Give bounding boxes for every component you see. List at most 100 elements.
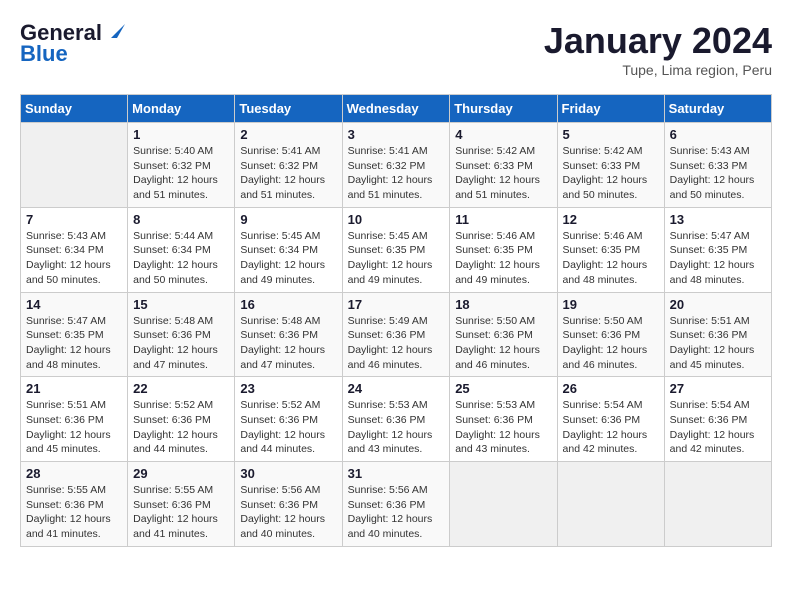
day-info: Sunrise: 5:45 AMSunset: 6:34 PMDaylight:… — [240, 229, 336, 288]
day-number: 3 — [348, 127, 445, 142]
day-info: Sunrise: 5:55 AMSunset: 6:36 PMDaylight:… — [26, 483, 122, 542]
week-row-5: 28 Sunrise: 5:55 AMSunset: 6:36 PMDayligh… — [21, 462, 772, 547]
day-info: Sunrise: 5:40 AMSunset: 6:32 PMDaylight:… — [133, 144, 229, 203]
day-info: Sunrise: 5:49 AMSunset: 6:36 PMDaylight:… — [348, 314, 445, 373]
day-info: Sunrise: 5:47 AMSunset: 6:35 PMDaylight:… — [670, 229, 766, 288]
day-info: Sunrise: 5:51 AMSunset: 6:36 PMDaylight:… — [670, 314, 766, 373]
day-info: Sunrise: 5:43 AMSunset: 6:33 PMDaylight:… — [670, 144, 766, 203]
day-info: Sunrise: 5:54 AMSunset: 6:36 PMDaylight:… — [563, 398, 659, 457]
logo-blue: Blue — [20, 41, 125, 66]
calendar-cell: 23 Sunrise: 5:52 AMSunset: 6:36 PMDayligh… — [235, 377, 342, 462]
col-tuesday: Tuesday — [235, 95, 342, 123]
week-row-2: 7 Sunrise: 5:43 AMSunset: 6:34 PMDaylight… — [21, 207, 772, 292]
calendar-cell: 1 Sunrise: 5:40 AMSunset: 6:32 PMDaylight… — [128, 123, 235, 208]
page-header: General Blue January 2024 Tupe, Lima reg… — [20, 20, 772, 78]
day-number: 13 — [670, 212, 766, 227]
day-number: 4 — [455, 127, 551, 142]
day-info: Sunrise: 5:45 AMSunset: 6:35 PMDaylight:… — [348, 229, 445, 288]
day-number: 28 — [26, 466, 122, 481]
calendar-cell: 15Sunrise: 5:48 AMSunset: 6:36 PMDayligh… — [128, 292, 235, 377]
day-number: 1 — [133, 127, 229, 142]
calendar-cell: 18 Sunrise: 5:50 AMSunset: 6:36 PMDayligh… — [450, 292, 557, 377]
day-number: 18 — [455, 297, 551, 312]
calendar-cell: 13 Sunrise: 5:47 AMSunset: 6:35 PMDayligh… — [664, 207, 771, 292]
day-info: Sunrise: 5:42 AMSunset: 6:33 PMDaylight:… — [455, 144, 551, 203]
day-info: Sunrise: 5:42 AMSunset: 6:33 PMDaylight:… — [563, 144, 659, 203]
day-number: 29 — [133, 466, 229, 481]
day-number: 6 — [670, 127, 766, 142]
day-info: Sunrise: 5:43 AMSunset: 6:34 PMDaylight:… — [26, 229, 122, 288]
day-info: Sunrise: 5:48 AMSunset: 6:36 PMDaylight:… — [240, 314, 336, 373]
day-info: Sunrise: 5:53 AMSunset: 6:36 PMDaylight:… — [455, 398, 551, 457]
calendar-cell: 28 Sunrise: 5:55 AMSunset: 6:36 PMDayligh… — [21, 462, 128, 547]
calendar-cell: 9 Sunrise: 5:45 AMSunset: 6:34 PMDaylight… — [235, 207, 342, 292]
day-number: 27 — [670, 381, 766, 396]
day-number: 7 — [26, 212, 122, 227]
calendar-cell: 27Sunrise: 5:54 AMSunset: 6:36 PMDayligh… — [664, 377, 771, 462]
col-saturday: Saturday — [664, 95, 771, 123]
day-number: 17 — [348, 297, 445, 312]
calendar-cell: 12 Sunrise: 5:46 AMSunset: 6:35 PMDayligh… — [557, 207, 664, 292]
col-friday: Friday — [557, 95, 664, 123]
col-monday: Monday — [128, 95, 235, 123]
day-info: Sunrise: 5:50 AMSunset: 6:36 PMDaylight:… — [455, 314, 551, 373]
day-number: 31 — [348, 466, 445, 481]
calendar-cell: 22Sunrise: 5:52 AMSunset: 6:36 PMDayligh… — [128, 377, 235, 462]
logo: General Blue — [20, 20, 125, 67]
week-row-1: 1 Sunrise: 5:40 AMSunset: 6:32 PMDaylight… — [21, 123, 772, 208]
day-number: 12 — [563, 212, 659, 227]
day-info: Sunrise: 5:41 AMSunset: 6:32 PMDaylight:… — [240, 144, 336, 203]
day-info: Sunrise: 5:46 AMSunset: 6:35 PMDaylight:… — [563, 229, 659, 288]
day-info: Sunrise: 5:47 AMSunset: 6:35 PMDaylight:… — [26, 314, 122, 373]
calendar-cell: 29 Sunrise: 5:55 AMSunset: 6:36 PMDayligh… — [128, 462, 235, 547]
calendar-header: Sunday Monday Tuesday Wednesday Thursday… — [21, 95, 772, 123]
calendar-title: January 2024 — [544, 20, 772, 62]
col-thursday: Thursday — [450, 95, 557, 123]
calendar-cell: 4 Sunrise: 5:42 AMSunset: 6:33 PMDaylight… — [450, 123, 557, 208]
calendar-cell: 21Sunrise: 5:51 AMSunset: 6:36 PMDayligh… — [21, 377, 128, 462]
header-row: Sunday Monday Tuesday Wednesday Thursday… — [21, 95, 772, 123]
calendar-table: Sunday Monday Tuesday Wednesday Thursday… — [20, 94, 772, 547]
calendar-cell: 6 Sunrise: 5:43 AMSunset: 6:33 PMDaylight… — [664, 123, 771, 208]
calendar-cell — [21, 123, 128, 208]
calendar-subtitle: Tupe, Lima region, Peru — [544, 62, 772, 78]
calendar-cell: 30 Sunrise: 5:56 AMSunset: 6:36 PMDayligh… — [235, 462, 342, 547]
logo-bird-icon — [103, 20, 125, 42]
calendar-cell: 8Sunrise: 5:44 AMSunset: 6:34 PMDaylight… — [128, 207, 235, 292]
week-row-3: 14 Sunrise: 5:47 AMSunset: 6:35 PMDayligh… — [21, 292, 772, 377]
day-number: 26 — [563, 381, 659, 396]
day-number: 30 — [240, 466, 336, 481]
day-info: Sunrise: 5:56 AMSunset: 6:36 PMDaylight:… — [348, 483, 445, 542]
day-number: 24 — [348, 381, 445, 396]
day-number: 2 — [240, 127, 336, 142]
day-number: 15 — [133, 297, 229, 312]
day-number: 8 — [133, 212, 229, 227]
day-number: 14 — [26, 297, 122, 312]
day-number: 19 — [563, 297, 659, 312]
day-number: 5 — [563, 127, 659, 142]
calendar-cell: 19 Sunrise: 5:50 AMSunset: 6:36 PMDayligh… — [557, 292, 664, 377]
calendar-cell: 20Sunrise: 5:51 AMSunset: 6:36 PMDayligh… — [664, 292, 771, 377]
calendar-cell: 3Sunrise: 5:41 AMSunset: 6:32 PMDaylight… — [342, 123, 450, 208]
day-info: Sunrise: 5:52 AMSunset: 6:36 PMDaylight:… — [133, 398, 229, 457]
day-info: Sunrise: 5:55 AMSunset: 6:36 PMDaylight:… — [133, 483, 229, 542]
day-info: Sunrise: 5:56 AMSunset: 6:36 PMDaylight:… — [240, 483, 336, 542]
calendar-cell: 2 Sunrise: 5:41 AMSunset: 6:32 PMDaylight… — [235, 123, 342, 208]
calendar-cell: 31 Sunrise: 5:56 AMSunset: 6:36 PMDayligh… — [342, 462, 450, 547]
calendar-cell — [450, 462, 557, 547]
day-number: 10 — [348, 212, 445, 227]
col-wednesday: Wednesday — [342, 95, 450, 123]
day-info: Sunrise: 5:50 AMSunset: 6:36 PMDaylight:… — [563, 314, 659, 373]
day-number: 16 — [240, 297, 336, 312]
calendar-cell: 16 Sunrise: 5:48 AMSunset: 6:36 PMDayligh… — [235, 292, 342, 377]
day-info: Sunrise: 5:52 AMSunset: 6:36 PMDaylight:… — [240, 398, 336, 457]
calendar-cell: 17 Sunrise: 5:49 AMSunset: 6:36 PMDayligh… — [342, 292, 450, 377]
calendar-cell — [664, 462, 771, 547]
calendar-body: 1 Sunrise: 5:40 AMSunset: 6:32 PMDaylight… — [21, 123, 772, 547]
day-number: 9 — [240, 212, 336, 227]
day-number: 23 — [240, 381, 336, 396]
day-number: 21 — [26, 381, 122, 396]
calendar-cell: 26 Sunrise: 5:54 AMSunset: 6:36 PMDayligh… — [557, 377, 664, 462]
day-info: Sunrise: 5:53 AMSunset: 6:36 PMDaylight:… — [348, 398, 445, 457]
calendar-cell: 24 Sunrise: 5:53 AMSunset: 6:36 PMDayligh… — [342, 377, 450, 462]
